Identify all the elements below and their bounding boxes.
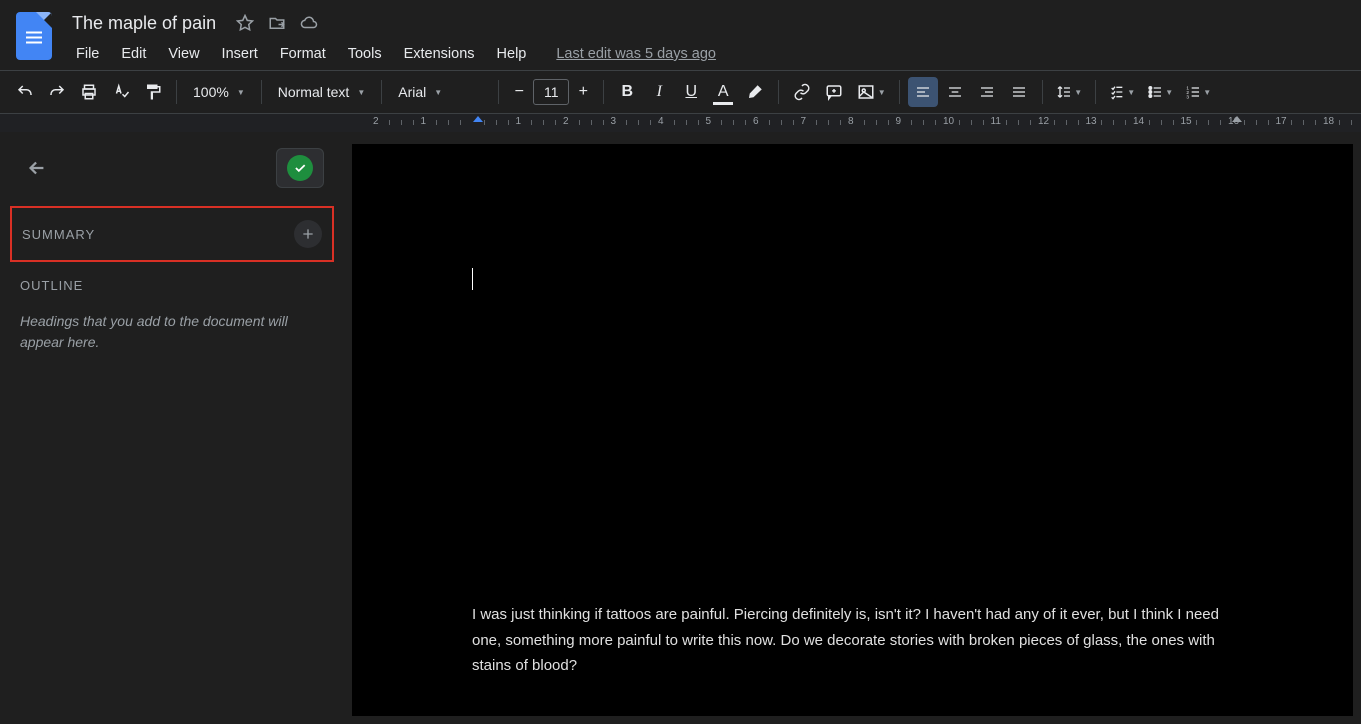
menu-format[interactable]: Format: [270, 42, 336, 66]
align-center-button[interactable]: [940, 77, 970, 107]
highlight-button[interactable]: [740, 77, 770, 107]
link-button[interactable]: [787, 77, 817, 107]
ruler-number: 14: [1133, 116, 1144, 127]
ruler-number: 15: [1181, 116, 1192, 127]
ruler[interactable]: 21123456789101112131415161718: [0, 114, 1361, 132]
document-area: I was just thinking if tattoos are painf…: [344, 132, 1361, 716]
add-summary-button[interactable]: [294, 220, 322, 248]
sidebar-back-button[interactable]: [20, 151, 54, 185]
svg-text:3: 3: [1187, 95, 1190, 100]
summary-section-highlighted: SUMMARY: [10, 206, 334, 262]
header: The maple of pain File Edit View Insert …: [0, 0, 1361, 70]
ruler-number: 8: [848, 116, 854, 127]
style-dropdown[interactable]: Normal text▼: [270, 77, 374, 107]
ruler-number: 16: [1228, 116, 1239, 127]
menu-extensions[interactable]: Extensions: [394, 42, 485, 66]
paint-format-button[interactable]: [138, 77, 168, 107]
italic-button[interactable]: I: [644, 77, 674, 107]
text-cursor: [472, 268, 473, 290]
ruler-number: 9: [896, 116, 902, 127]
ruler-number: 7: [801, 116, 807, 127]
bullet-list-button[interactable]: ▼: [1142, 77, 1178, 107]
ruler-number: 10: [943, 116, 954, 127]
outline-sidebar: SUMMARY OUTLINE Headings that you add to…: [0, 132, 344, 716]
ruler-number: 1: [421, 116, 427, 127]
ruler-number: 2: [563, 116, 569, 127]
ruler-number: 13: [1086, 116, 1097, 127]
ruler-number: 6: [753, 116, 759, 127]
redo-button[interactable]: [42, 77, 72, 107]
checklist-button[interactable]: ▼: [1104, 77, 1140, 107]
undo-button[interactable]: [10, 77, 40, 107]
menu-view[interactable]: View: [158, 42, 209, 66]
font-size-increase[interactable]: +: [571, 79, 595, 105]
menu-tools[interactable]: Tools: [338, 42, 392, 66]
menu-help[interactable]: Help: [487, 42, 537, 66]
align-right-button[interactable]: [972, 77, 1002, 107]
outline-hint: Headings that you add to the document wi…: [20, 311, 324, 353]
ruler-number: 12: [1038, 116, 1049, 127]
font-size-input[interactable]: [533, 79, 569, 105]
document-title[interactable]: The maple of pain: [66, 11, 222, 36]
menu-file[interactable]: File: [66, 42, 109, 66]
last-edit-link[interactable]: Last edit was 5 days ago: [556, 46, 716, 62]
document-body-text[interactable]: I was just thinking if tattoos are painf…: [472, 602, 1233, 679]
ruler-number: 17: [1276, 116, 1287, 127]
spellcheck-button[interactable]: [106, 77, 136, 107]
menu-edit[interactable]: Edit: [111, 42, 156, 66]
bold-button[interactable]: B: [612, 77, 642, 107]
ruler-number: 1: [516, 116, 522, 127]
check-icon: [287, 155, 313, 181]
outline-label: OUTLINE: [20, 278, 324, 293]
star-icon[interactable]: [236, 14, 254, 32]
ruler-number: 3: [611, 116, 617, 127]
underline-button[interactable]: U: [676, 77, 706, 107]
move-icon[interactable]: [268, 14, 286, 32]
menu-insert[interactable]: Insert: [212, 42, 268, 66]
ruler-number: 18: [1323, 116, 1334, 127]
suggestions-toggle[interactable]: [276, 148, 324, 188]
menu-bar: File Edit View Insert Format Tools Exten…: [66, 38, 1345, 70]
font-dropdown[interactable]: Arial▼: [390, 77, 490, 107]
summary-label: SUMMARY: [22, 227, 95, 242]
ruler-number: 2: [373, 116, 379, 127]
text-color-button[interactable]: A: [708, 77, 738, 107]
align-left-button[interactable]: [908, 77, 938, 107]
ruler-number: 4: [658, 116, 664, 127]
toolbar: 100%▼ Normal text▼ Arial▼ − + B I U A ▼ …: [0, 70, 1361, 114]
zoom-dropdown[interactable]: 100%▼: [185, 77, 253, 107]
ruler-number: 11: [991, 116, 1001, 127]
print-button[interactable]: [74, 77, 104, 107]
left-indent-marker[interactable]: [473, 116, 483, 122]
comment-button[interactable]: [819, 77, 849, 107]
line-spacing-button[interactable]: ▼: [1051, 77, 1087, 107]
page[interactable]: I was just thinking if tattoos are painf…: [352, 144, 1353, 716]
numbered-list-button[interactable]: 123▼: [1180, 77, 1216, 107]
ruler-number: 5: [706, 116, 712, 127]
align-justify-button[interactable]: [1004, 77, 1034, 107]
image-button[interactable]: ▼: [851, 77, 891, 107]
docs-logo-icon[interactable]: [16, 12, 52, 60]
font-size-decrease[interactable]: −: [507, 79, 531, 105]
cloud-status-icon[interactable]: [300, 14, 318, 32]
